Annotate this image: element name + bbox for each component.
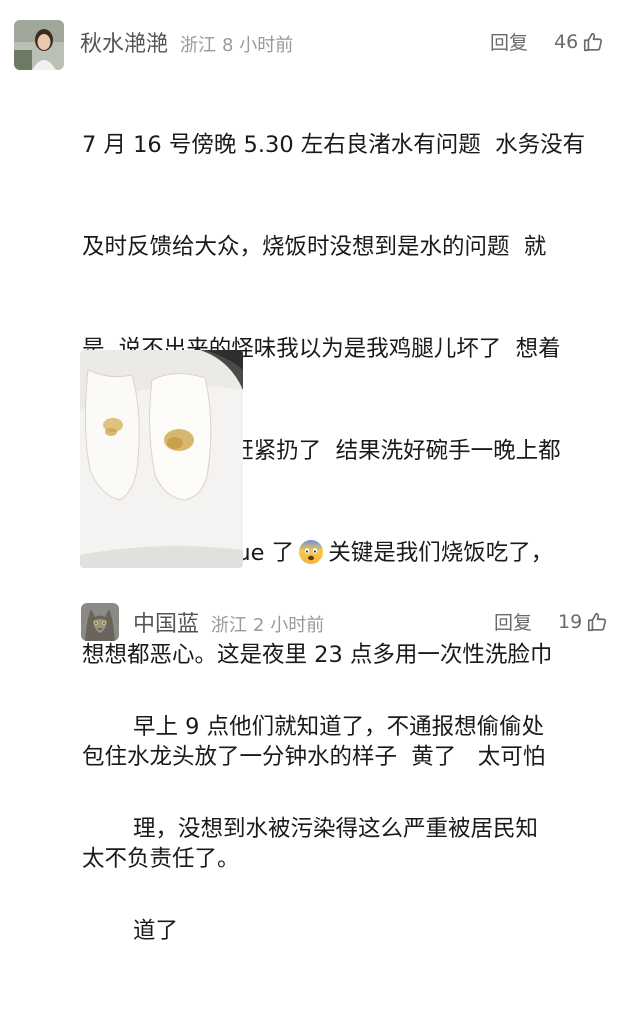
like-count: 46 (554, 30, 579, 53)
reply-button[interactable]: 回复 (490, 28, 528, 55)
comment-line-part: 关键是我们烧饭吃了， (328, 540, 554, 566)
username[interactable]: 秋水滟滟 (80, 26, 168, 58)
thumbs-up-icon[interactable] (582, 31, 604, 53)
timestamp: 2 小时前 (253, 615, 325, 636)
comment-line: 道了 (133, 918, 179, 944)
timestamp: 8 小时前 (222, 35, 294, 56)
comment-body-2: 早上 9 点他们就知道了，不通报想偷偷处 理，没想到水被污染得这么严重被居民知 … (133, 642, 544, 1016)
comment-line: 及时反馈给大众，烧饭时没想到是水的问题 就 (82, 234, 547, 260)
comment-line: 7 月 16 号傍晚 5.30 左右良渚水有问题 水务没有 (82, 132, 586, 158)
reply-button[interactable]: 回复 (494, 608, 532, 635)
comment-line: 理，没想到水被污染得这么严重被居民知 (133, 816, 539, 842)
comment-line: 早上 9 点他们就知道了，不通报想偷偷处 (133, 714, 545, 740)
region-label: 浙江 (180, 35, 217, 56)
comment-meta-2: 中国蓝 浙江 2 小时前 (133, 606, 324, 638)
comment-actions-1: 回复 46 (490, 28, 604, 55)
comment-actions-2: 回复 19 (494, 608, 608, 635)
attached-photo[interactable] (80, 350, 243, 568)
region-label: 浙江 (211, 615, 248, 636)
thumbs-up-icon[interactable] (586, 611, 608, 633)
user-avatar-2[interactable] (81, 603, 119, 641)
like-count: 19 (558, 610, 583, 633)
comment-meta-1: 秋水滟滟 浙江 8 小时前 (80, 26, 293, 58)
username[interactable]: 中国蓝 (133, 606, 199, 638)
anxious-face-with-sweat-icon (298, 539, 324, 565)
user-avatar-1[interactable] (14, 20, 64, 70)
